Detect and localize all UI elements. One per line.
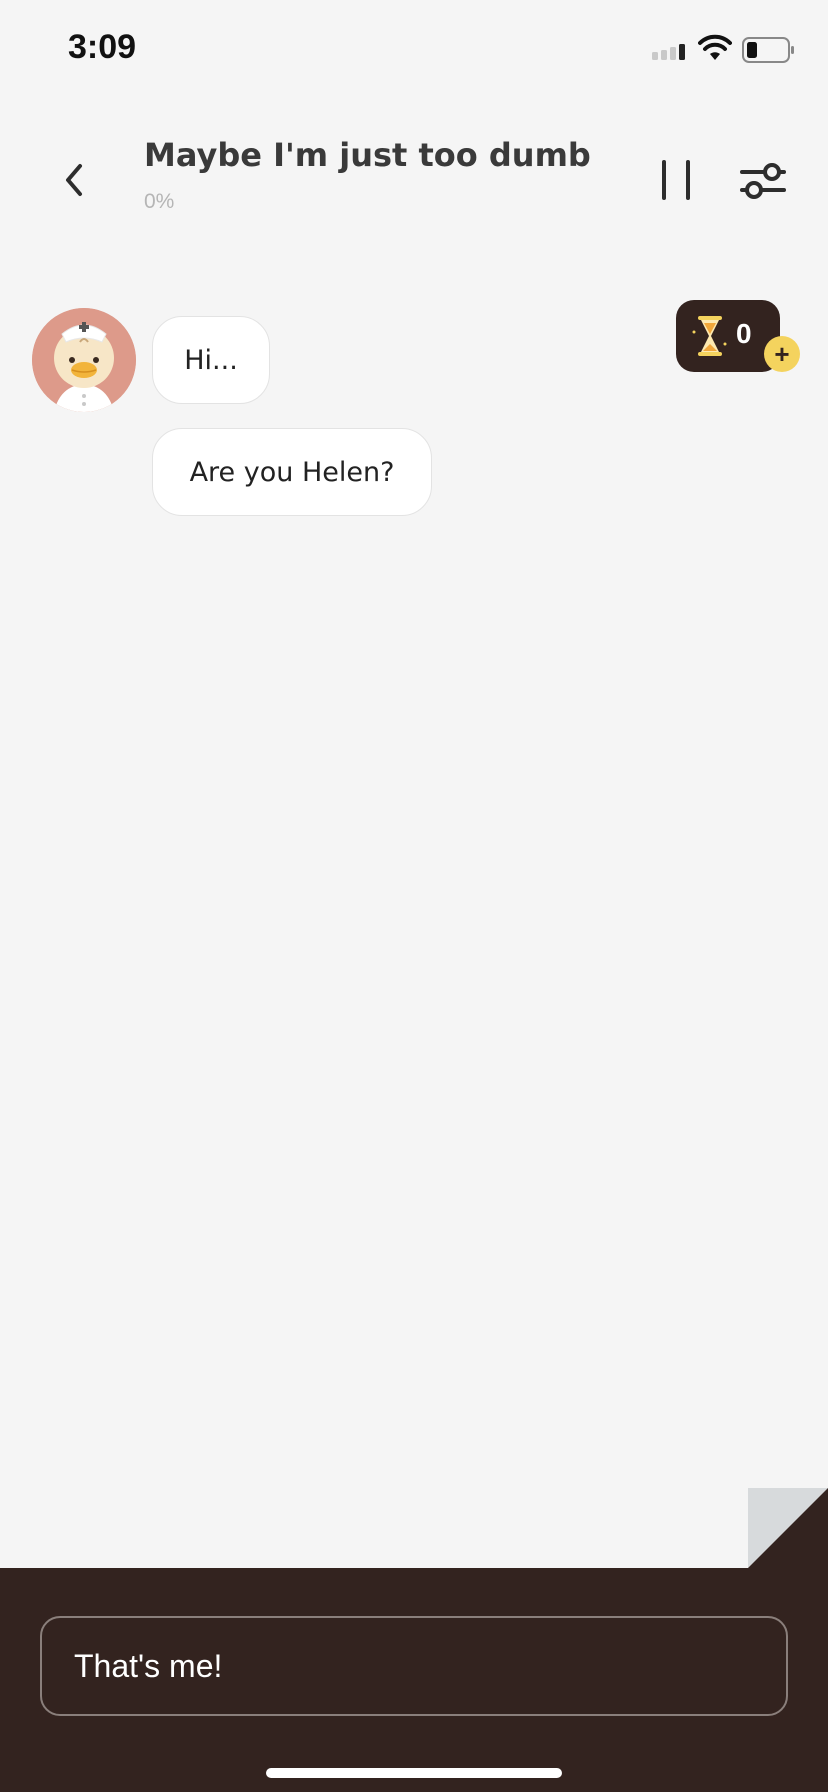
plus-icon[interactable]: + xyxy=(764,336,800,372)
duck-nurse-avatar-icon xyxy=(32,308,136,412)
chat-header: Maybe I'm just too dumb 0% xyxy=(0,120,828,240)
back-chevron-icon[interactable] xyxy=(52,150,96,210)
reply-option-button[interactable]: That's me! xyxy=(40,1616,788,1716)
reply-option-label: That's me! xyxy=(74,1648,223,1684)
progress-percent: 0% xyxy=(144,190,175,213)
timer-count: 0 xyxy=(736,318,752,349)
home-indicator[interactable] xyxy=(266,1768,562,1778)
message-text: Hi... xyxy=(184,344,238,376)
sliders-icon[interactable] xyxy=(736,156,790,206)
timer-badge[interactable]: 0 xyxy=(676,300,780,372)
pause-icon[interactable] xyxy=(652,154,700,206)
wifi-icon xyxy=(698,34,732,60)
status-bar: 3:09 xyxy=(0,0,828,100)
status-time: 3:09 xyxy=(68,28,137,66)
message-bubble: Hi... xyxy=(152,316,270,404)
avatar xyxy=(32,308,136,412)
chat-area[interactable]: Hi... Are you Helen? xyxy=(0,290,828,1490)
reply-panel: That's me! xyxy=(0,1568,828,1792)
message-bubble: Are you Helen? xyxy=(152,428,432,516)
hourglass-icon xyxy=(692,316,727,356)
page-curl-icon xyxy=(748,1488,828,1568)
message-text: Are you Helen? xyxy=(189,456,395,488)
battery-icon xyxy=(742,37,794,63)
signal-icon xyxy=(652,44,685,60)
story-title: Maybe I'm just too dumb xyxy=(144,136,591,174)
